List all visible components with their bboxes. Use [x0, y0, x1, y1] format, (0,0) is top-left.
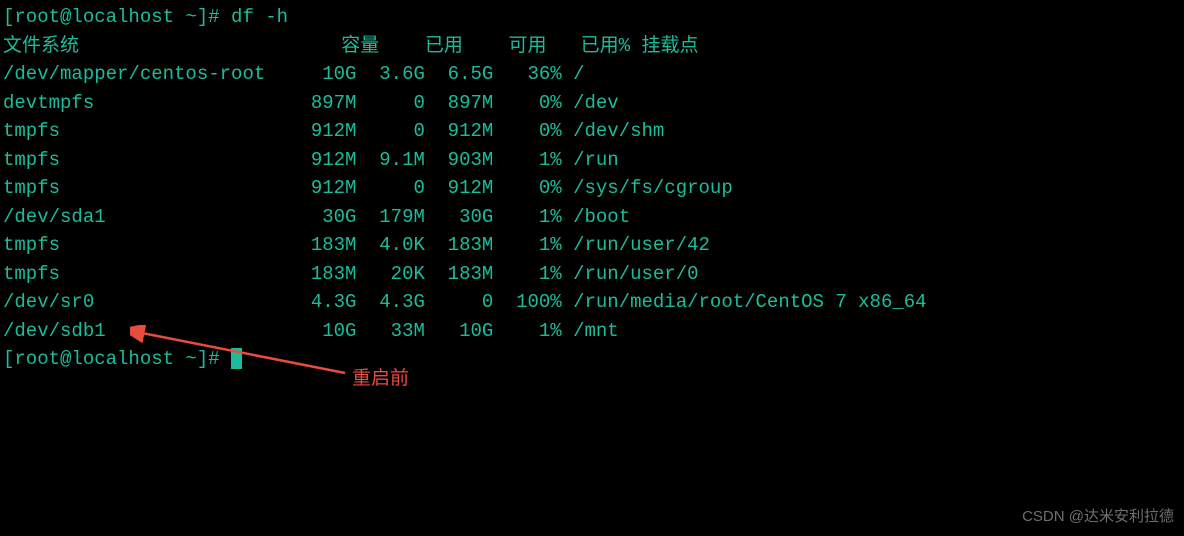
cursor [231, 348, 242, 369]
watermark: CSDN @达米安利拉德 [1022, 506, 1174, 529]
table-row: tmpfs 912M 0 912M 0% /sys/fs/cgroup [3, 174, 1181, 203]
command-text: df -h [231, 6, 288, 28]
table-row: tmpfs 183M 20K 183M 1% /run/user/0 [3, 260, 1181, 289]
table-header: 文件系统 容量 已用 可用 已用% 挂载点 [3, 32, 1181, 61]
table-row: /dev/sr0 4.3G 4.3G 0 100% /run/media/roo… [3, 288, 1181, 317]
annotation-label: 重启前 [352, 365, 409, 394]
table-row: devtmpfs 897M 0 897M 0% /dev [3, 89, 1181, 118]
prompt-line-2[interactable]: [root@localhost ~]# [3, 345, 1181, 374]
table-row: tmpfs 912M 0 912M 0% /dev/shm [3, 117, 1181, 146]
prompt-prefix: [root@localhost ~]# [3, 6, 231, 28]
prompt-prefix-2: [root@localhost ~]# [3, 348, 231, 370]
table-row: tmpfs 183M 4.0K 183M 1% /run/user/42 [3, 231, 1181, 260]
table-body: /dev/mapper/centos-root 10G 3.6G 6.5G 36… [3, 60, 1181, 345]
table-row: tmpfs 912M 9.1M 903M 1% /run [3, 146, 1181, 175]
table-row: /dev/sda1 30G 179M 30G 1% /boot [3, 203, 1181, 232]
prompt-line-1: [root@localhost ~]# df -h [3, 3, 1181, 32]
table-row: /dev/sdb1 10G 33M 10G 1% /mnt [3, 317, 1181, 346]
table-row: /dev/mapper/centos-root 10G 3.6G 6.5G 36… [3, 60, 1181, 89]
